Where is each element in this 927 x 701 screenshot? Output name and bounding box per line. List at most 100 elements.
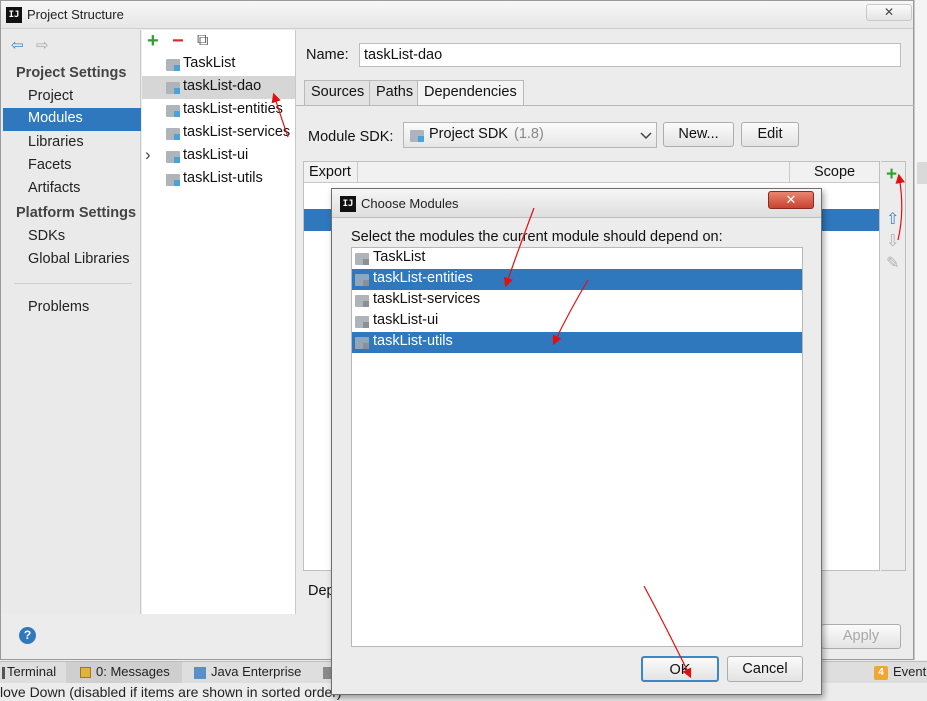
module-item[interactable]: TaskList	[142, 53, 295, 76]
settings-nav: ⇦ ⇨ Project Settings Project Modules Lib…	[2, 30, 141, 614]
sdk-version: (1.8)	[514, 126, 544, 142]
background-editor-edge	[914, 0, 927, 660]
dialog-close-button[interactable]: ✕	[768, 191, 814, 209]
intellij-logo-icon: IJ	[6, 7, 22, 23]
module-item-label: taskList-utils	[183, 170, 263, 186]
module-item[interactable]: taskList-services	[142, 122, 295, 145]
new-sdk-button[interactable]: New...	[663, 122, 734, 147]
add-dependency-icon[interactable]: +	[886, 164, 897, 186]
module-sdk-label: Module SDK:	[308, 129, 394, 145]
module-choice-item[interactable]: taskList-ui	[352, 311, 802, 332]
chevron-down-icon	[640, 132, 652, 140]
module-folder-icon	[166, 151, 180, 163]
sdk-value: Project SDK	[429, 126, 508, 142]
module-folder-icon	[355, 274, 369, 286]
module-folder-icon	[166, 59, 180, 71]
nav-item-sdks[interactable]: SDKs	[28, 228, 65, 244]
module-folder-icon	[166, 105, 180, 117]
nav-item-artifacts[interactable]: Artifacts	[28, 180, 80, 196]
sdk-folder-icon	[410, 130, 424, 142]
module-choice-label: taskList-ui	[373, 312, 439, 328]
dependency-side-toolbar: + ⇧ ⇩ ✎	[881, 161, 906, 571]
nav-divider	[14, 283, 132, 284]
background-editor-row	[917, 162, 927, 184]
module-folder-icon	[166, 128, 180, 140]
dialog-title: Choose Modules	[361, 196, 459, 211]
module-folder-icon	[355, 253, 369, 265]
ok-button[interactable]: OK	[641, 656, 719, 682]
module-sdk-select[interactable]: Project SDK (1.8)	[403, 122, 657, 148]
dialog-title-bar[interactable]: IJ Choose Modules ✕	[332, 189, 821, 218]
module-folder-icon	[166, 174, 180, 186]
tab-terminal[interactable]: Terminal	[7, 664, 56, 679]
module-item[interactable]: taskList-entities	[142, 99, 295, 122]
module-choice-item[interactable]: taskList-services	[352, 290, 802, 311]
module-choice-label: TaskList	[373, 249, 426, 265]
col-export-header[interactable]: Export	[309, 164, 351, 180]
col-divider	[357, 162, 358, 183]
module-item[interactable]: taskList-utils	[142, 168, 295, 191]
tab-divider	[296, 105, 914, 106]
expand-chevron-icon[interactable]: ›	[145, 145, 151, 165]
col-divider	[789, 162, 790, 183]
add-module-icon[interactable]: +	[147, 30, 159, 53]
nav-item-modules[interactable]: Modules	[3, 108, 141, 131]
move-up-icon[interactable]: ⇧	[886, 209, 899, 229]
module-item-label: taskList-dao	[183, 78, 262, 94]
col-scope-header[interactable]: Scope	[814, 164, 855, 180]
nav-item-problems[interactable]: Problems	[28, 299, 89, 315]
module-choice-item[interactable]: TaskList	[352, 248, 802, 269]
project-settings-header: Project Settings	[16, 65, 127, 81]
module-folder-icon	[166, 82, 180, 94]
title-bar[interactable]: IJ Project Structure ✕	[1, 1, 913, 29]
module-item-selected[interactable]: taskList-dao	[142, 76, 295, 99]
event-count-badge: 4	[874, 666, 888, 680]
module-name-input[interactable]: taskList-dao	[359, 43, 901, 67]
nav-item-project[interactable]: Project	[28, 88, 73, 104]
dialog-prompt: Select the modules the current module sh…	[351, 229, 723, 245]
java-enterprise-icon	[194, 667, 206, 679]
window-close-button[interactable]: ✕	[866, 4, 912, 21]
table-header	[304, 162, 879, 183]
forward-arrow-icon[interactable]: ⇨	[36, 36, 49, 54]
help-icon[interactable]: ?	[19, 627, 36, 644]
window-title: Project Structure	[27, 7, 124, 22]
edit-dependency-icon[interactable]: ✎	[886, 253, 899, 273]
module-item[interactable]: › taskList-ui	[142, 145, 295, 168]
choose-modules-dialog: IJ Choose Modules ✕ Select the modules t…	[331, 188, 822, 695]
module-choice-list: TaskList taskList-entities taskList-serv…	[351, 247, 803, 647]
tab-event-log[interactable]: Event	[893, 664, 926, 679]
platform-settings-header: Platform Settings	[16, 205, 137, 221]
name-label: Name:	[306, 47, 349, 63]
module-folder-icon	[355, 337, 369, 349]
copy-module-icon[interactable]: ⧉	[197, 32, 208, 50]
nav-item-facets[interactable]: Facets	[28, 157, 72, 173]
intellij-logo-icon: IJ	[340, 196, 356, 212]
nav-item-libraries[interactable]: Libraries	[28, 134, 84, 150]
module-choice-label: taskList-entities	[373, 270, 473, 286]
status-text: love Down (disabled if items are shown i…	[0, 684, 342, 700]
remove-module-icon[interactable]: −	[172, 30, 184, 53]
module-choice-item-selected[interactable]: taskList-entities	[352, 269, 802, 290]
module-choice-item-selected[interactable]: taskList-utils	[352, 332, 802, 353]
apply-button[interactable]: Apply	[821, 624, 901, 649]
tab-dependencies[interactable]: Dependencies	[417, 80, 524, 105]
module-choice-label: taskList-services	[373, 291, 481, 307]
nav-item-global-libraries[interactable]: Global Libraries	[28, 251, 130, 267]
module-item-label: taskList-entities	[183, 101, 283, 117]
tab-paths[interactable]: Paths	[369, 80, 421, 105]
module-choice-label: taskList-utils	[373, 333, 453, 349]
terminal-icon	[2, 667, 5, 679]
move-down-icon[interactable]: ⇩	[886, 231, 899, 251]
cancel-button[interactable]: Cancel	[727, 656, 803, 682]
module-item-label: TaskList	[183, 55, 236, 71]
tab-sources[interactable]: Sources	[304, 80, 372, 105]
back-arrow-icon[interactable]: ⇦	[11, 36, 24, 54]
module-list-panel: + − ⧉ TaskList taskList-dao taskList-ent…	[142, 30, 296, 614]
edit-sdk-button[interactable]: Edit	[741, 122, 799, 147]
tab-messages[interactable]: 0: Messages	[96, 664, 170, 679]
module-folder-icon	[355, 295, 369, 307]
tab-java-enterprise[interactable]: Java Enterprise	[211, 664, 301, 679]
messages-icon	[80, 667, 91, 678]
module-item-label: taskList-ui	[183, 147, 249, 163]
